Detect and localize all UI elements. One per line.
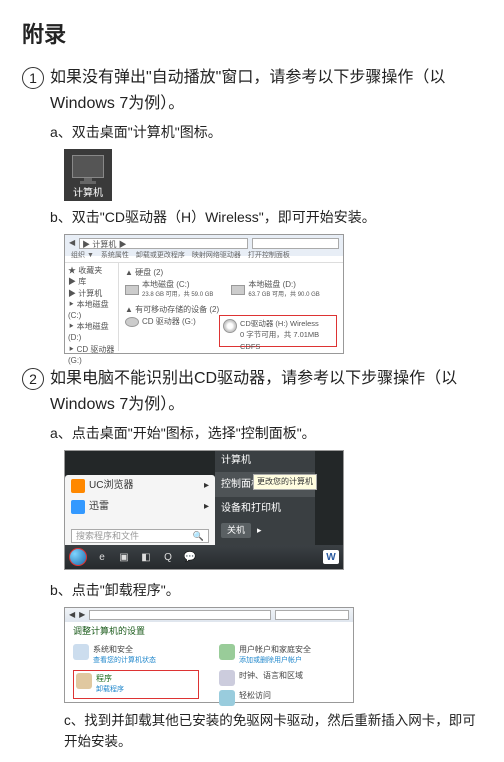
taskbar-qq-icon: Q	[161, 550, 175, 564]
power-row: 关机▸	[215, 520, 315, 542]
cp-address-bar	[89, 610, 271, 620]
page-title: 附录	[22, 18, 482, 51]
address-bar: ▶ 计算机 ▶	[79, 238, 248, 249]
app-xunlei: 迅雷▸	[65, 496, 215, 517]
nav-back-icon: ◀	[69, 237, 75, 249]
taskbar-chat-icon: 💬	[183, 550, 197, 564]
cp-system: 系统和安全查看您的计算机状态	[73, 644, 199, 667]
taskbar-word-icon: W	[323, 550, 339, 564]
explorer-sidebar: ★ 收藏夹 ▶ 库 ▶ 计算机 ⯈ 本地磁盘 (C:) ⯈ 本地磁盘 (D:) …	[65, 263, 119, 351]
cd-icon	[223, 319, 237, 333]
step-number-2: 2	[22, 368, 44, 390]
menu-computer: 计算机	[215, 450, 315, 472]
start-search: 搜索程序和文件🔍	[71, 529, 209, 543]
taskbar-ie-icon: e	[95, 550, 109, 564]
computer-icon-label: 计算机	[73, 186, 103, 201]
step-2: 2 如果电脑不能识别出CD驱动器，请参考以下步骤操作（以Windows 7为例）…	[22, 366, 482, 417]
step-1: 1 如果没有弹出"自动播放"窗口，请参考以下步骤操作（以Windows 7为例）…	[22, 65, 482, 116]
cd-drive-g: CD 驱动器 (G:)	[125, 316, 196, 328]
cp-access: 轻松访问	[219, 690, 345, 706]
step-1-text: 如果没有弹出"自动播放"窗口，请参考以下步骤操作（以Windows 7为例）。	[50, 65, 482, 116]
step-number-1: 1	[22, 67, 44, 89]
nav-back-icon: ◀	[69, 609, 75, 621]
taskbar: e ▣ ◧ Q 💬 W	[65, 545, 343, 569]
step-1b: b、双击"CD驱动器（H）Wireless"，即可开始安装。	[50, 207, 482, 228]
drive-d: 本地磁盘 (D:)63.7 GB 可用，共 90.0 GB	[231, 279, 319, 300]
cp-clock: 时钟、语言和区域	[219, 670, 345, 686]
cp-user: 用户帐户和家庭安全添加或删除用户帐户	[219, 644, 345, 667]
menu-control-panel: 控制面板 ▸ 更改您的计算机	[215, 472, 315, 497]
search-icon: 🔍	[193, 530, 204, 544]
search-box	[252, 238, 339, 249]
start-menu-screenshot: 计算机 控制面板 ▸ 更改您的计算机 设备和打印机 关机▸ UC浏览器▸ 迅雷▸…	[64, 450, 344, 570]
computer-desktop-icon: 计算机	[64, 149, 112, 201]
cp-search	[275, 610, 349, 620]
start-menu-right: 计算机 控制面板 ▸ 更改您的计算机 设备和打印机 关机▸	[215, 450, 315, 545]
start-orb-highlighted	[69, 548, 87, 566]
step-2b: b、点击"卸载程序"。	[50, 580, 482, 601]
shutdown-button: 关机	[221, 523, 251, 539]
taskbar-app-icon: ◧	[139, 550, 153, 564]
cp-heading: 调整计算机的设置	[65, 622, 353, 642]
menu-devices: 设备和打印机	[215, 497, 315, 520]
control-panel-tooltip: 更改您的计算机	[253, 474, 317, 490]
cd-drive-h-callout: CD驱动器 (H:) Wireless 0 字节可用，共 7.01MB CDFS	[219, 315, 337, 347]
step-2c: c、找到并卸载其他已安装的免驱网卡驱动，然后重新插入网卡，即可开始安装。	[64, 711, 482, 752]
cp-programs-highlighted: 程序卸载程序	[73, 670, 199, 699]
control-panel-window: ◀▶ 调整计算机的设置 系统和安全查看您的计算机状态 程序卸载程序 用户帐户和家…	[64, 607, 354, 703]
monitor-icon	[72, 155, 104, 177]
step-2a: a、点击桌面"开始"图标，选择"控制面板"。	[50, 423, 482, 444]
taskbar-explorer-icon: ▣	[117, 550, 131, 564]
start-menu-left: UC浏览器▸ 迅雷▸ 搜索程序和文件🔍	[65, 475, 215, 545]
app-uc: UC浏览器▸	[65, 475, 215, 496]
step-1a: a、双击桌面"计算机"图标。	[50, 122, 482, 143]
explorer-window: ◀ ▶ 计算机 ▶ 组织 ▼ 系统属性 卸载或更改程序 映射网络驱动器 打开控制…	[64, 234, 344, 354]
step-2-text: 如果电脑不能识别出CD驱动器，请参考以下步骤操作（以Windows 7为例）。	[50, 366, 482, 417]
drive-c: 本地磁盘 (C:)23.8 GB 可用，共 59.0 GB	[125, 279, 213, 300]
